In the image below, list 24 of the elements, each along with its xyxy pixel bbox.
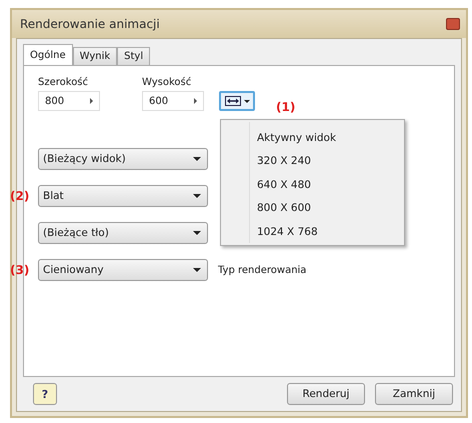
- menu-item[interactable]: Aktywny widok: [221, 126, 404, 150]
- dropdown[interactable]: (Bieżący widok): [38, 148, 208, 170]
- number-field[interactable]: 800: [38, 91, 100, 111]
- tab[interactable]: Ogólne: [23, 44, 73, 66]
- render-button[interactable]: Renderuj: [287, 383, 365, 405]
- menu-item[interactable]: 640 X 480: [221, 173, 404, 196]
- field-label: Wysokość: [142, 77, 192, 88]
- dropdown[interactable]: (Bieżące tło): [38, 222, 208, 244]
- tab[interactable]: Wynik: [72, 47, 118, 65]
- dropdown[interactable]: Cieniowany: [38, 259, 208, 281]
- number-field[interactable]: 600: [142, 91, 204, 111]
- menu-item[interactable]: 1024 X 768: [221, 220, 404, 244]
- dropdown-label: Typ renderowania: [218, 264, 306, 276]
- field-label: Szerokość: [38, 77, 90, 88]
- menu-item[interactable]: 320 X 240: [221, 150, 404, 173]
- menu-item[interactable]: 800 X 600: [221, 196, 404, 220]
- close-dialog-button[interactable]: Zamknij: [375, 383, 453, 405]
- callout-number: (1): [276, 100, 296, 114]
- help-button[interactable]: ?: [33, 383, 57, 405]
- tab[interactable]: Styl: [117, 47, 150, 65]
- callout-number: (2): [10, 189, 30, 203]
- window-title: Renderowanie animacji: [20, 17, 160, 31]
- callout-number: (3): [10, 263, 30, 277]
- dropdown[interactable]: Blat: [38, 185, 208, 207]
